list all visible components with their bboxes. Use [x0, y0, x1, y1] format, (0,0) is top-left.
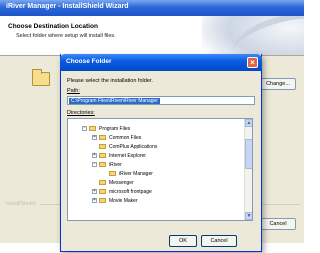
tree-item-label: Program Files	[99, 126, 131, 132]
vertical-scrollbar[interactable]: ▲ ▼	[244, 119, 252, 220]
tree-expander[interactable]: -	[82, 126, 87, 131]
tree-expander[interactable]: +	[92, 153, 97, 158]
folder-icon	[99, 135, 106, 140]
cancel-button[interactable]: Cancel	[201, 235, 237, 247]
dialog-title: Choose Folder	[66, 58, 112, 65]
ok-button[interactable]: OK	[169, 235, 197, 247]
tree-item-label: Movie Maker	[109, 198, 138, 204]
wizard-cancel-button[interactable]: Cancel	[260, 218, 296, 230]
installshield-label: InstallShield	[6, 201, 36, 207]
scroll-down-icon[interactable]: ▼	[245, 212, 252, 220]
tree-item-label: ComPlus Applications	[109, 144, 158, 150]
change-button[interactable]: Change...	[260, 78, 296, 90]
wizard-banner-graphic	[202, 16, 304, 55]
dialog-prompt: Please select the installation folder.	[67, 78, 153, 84]
folder-icon	[99, 144, 106, 149]
directories-label: Directories:	[67, 110, 95, 116]
path-value: C:\Program Files\iRiver\iRiver Manager	[69, 98, 160, 104]
dialog-titlebar: Choose Folder ×	[60, 54, 262, 71]
scroll-up-icon[interactable]: ▲	[245, 119, 252, 127]
tree-expander[interactable]: +	[92, 198, 97, 203]
wizard-header: Choose Destination Location Select folde…	[0, 16, 304, 56]
folder-icon	[89, 126, 96, 131]
folder-icon	[32, 69, 50, 86]
tree-expander[interactable]: -	[92, 162, 97, 167]
tree-expander[interactable]: +	[92, 135, 97, 140]
folder-icon	[109, 171, 116, 176]
tree-item-label: iRiver Manager	[119, 171, 153, 177]
tree-item-label: microsoft frontpage	[109, 189, 152, 195]
wizard-subheading: Select folder where setup will install f…	[16, 33, 116, 39]
folder-icon	[99, 162, 106, 167]
directory-tree[interactable]: - Program Files + Common Files ComPlus A…	[67, 118, 253, 221]
tree-item-label: Common Files	[109, 135, 142, 141]
scroll-thumb[interactable]	[245, 139, 252, 169]
folder-icon	[99, 189, 106, 194]
close-icon[interactable]: ×	[247, 57, 258, 68]
tree-item-label: iRiver	[109, 162, 122, 168]
folder-icon	[99, 153, 106, 158]
wizard-title: iRiver Manager - InstallShield Wizard	[6, 3, 129, 10]
tree-expander[interactable]: +	[92, 189, 97, 194]
wizard-titlebar: iRiver Manager - InstallShield Wizard	[0, 0, 304, 16]
path-field[interactable]: C:\Program Files\iRiver\iRiver Manager	[67, 96, 255, 105]
wizard-heading: Choose Destination Location	[8, 23, 98, 30]
tree-item-label: Messenger	[109, 180, 134, 186]
path-label: Path:	[67, 88, 80, 94]
folder-icon	[99, 198, 106, 203]
tree-item-label: Internet Explorer	[109, 153, 146, 159]
choose-folder-dialog: Choose Folder × Please select the instal…	[60, 54, 262, 252]
folder-icon	[99, 180, 106, 185]
